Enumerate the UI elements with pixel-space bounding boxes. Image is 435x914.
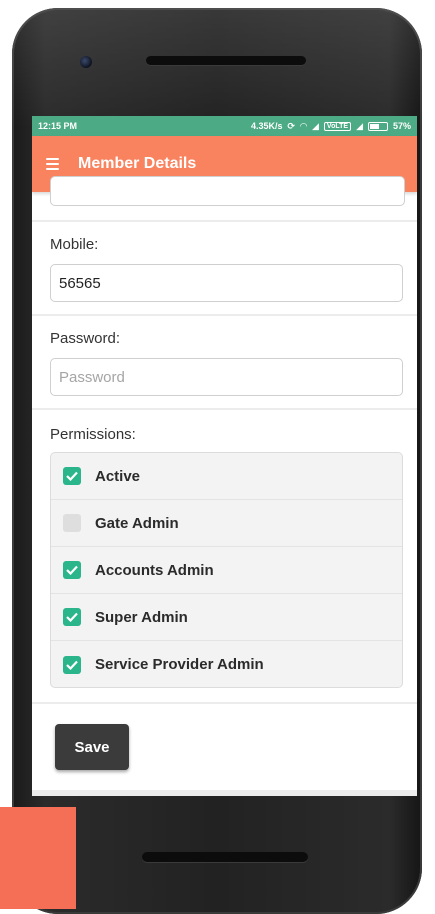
divider bbox=[32, 702, 417, 704]
permissions-label: Permissions: bbox=[50, 426, 136, 443]
permission-label: Service Provider Admin bbox=[95, 656, 264, 673]
net-speed: 4.35K/s bbox=[251, 121, 283, 131]
signal-icon-2: ◢ bbox=[356, 120, 363, 131]
hamburger-menu-icon[interactable] bbox=[46, 158, 59, 170]
checked-checkbox-icon[interactable] bbox=[63, 608, 81, 626]
permission-label: Super Admin bbox=[95, 608, 188, 626]
page-title: Member Details bbox=[78, 155, 197, 172]
corner-color-block bbox=[0, 807, 76, 909]
front-camera-icon bbox=[80, 56, 92, 68]
save-button[interactable]: Save bbox=[55, 724, 129, 770]
bottom-speaker bbox=[142, 852, 308, 862]
status-bar: 12:15 PM 4.35K/s ⟳ ◠ ◢ VoLTE ◢ 57% bbox=[32, 116, 417, 136]
permission-item-service-provider-admin[interactable]: Service Provider Admin bbox=[51, 641, 402, 688]
divider bbox=[32, 408, 417, 410]
unchecked-checkbox-icon[interactable] bbox=[63, 514, 81, 532]
status-icons: 4.35K/s ⟳ ◠ ◢ VoLTE ◢ 57% bbox=[251, 121, 411, 132]
network-label: VoLTE bbox=[323, 121, 352, 131]
permission-item-gate-admin[interactable]: Gate Admin bbox=[51, 500, 402, 547]
divider bbox=[32, 314, 417, 316]
permission-label: Accounts Admin bbox=[95, 561, 214, 579]
signal-icon: ◢ bbox=[312, 120, 319, 131]
battery-percent: 57% bbox=[392, 121, 411, 131]
checked-checkbox-icon[interactable] bbox=[63, 467, 81, 485]
battery-icon bbox=[367, 121, 388, 131]
phone-screen: 12:15 PM 4.35K/s ⟳ ◠ ◢ VoLTE ◢ 57% Membe… bbox=[32, 116, 417, 796]
bottom-strip bbox=[32, 790, 417, 796]
permission-item-super-admin[interactable]: Super Admin bbox=[51, 594, 402, 641]
divider bbox=[32, 220, 417, 222]
permission-label: Active bbox=[95, 467, 141, 485]
checked-checkbox-icon[interactable] bbox=[63, 655, 81, 674]
earpiece-speaker bbox=[146, 56, 306, 65]
password-input[interactable] bbox=[50, 358, 403, 396]
password-label: Password: bbox=[50, 330, 121, 347]
permission-label: Gate Admin bbox=[95, 514, 179, 532]
permission-item-active[interactable]: Active bbox=[51, 453, 402, 500]
status-time: 12:15 PM bbox=[38, 121, 78, 131]
checked-checkbox-icon[interactable] bbox=[63, 561, 81, 579]
permission-item-accounts-admin[interactable]: Accounts Admin bbox=[51, 547, 402, 594]
mobile-label: Mobile: bbox=[50, 236, 99, 253]
permissions-list: Active Gate Admin Accounts Admin Super A… bbox=[50, 452, 403, 688]
mobile-input[interactable] bbox=[50, 264, 403, 302]
previous-field-input[interactable] bbox=[50, 176, 405, 206]
sync-icon: ⟳ bbox=[287, 120, 296, 131]
wifi-icon: ◠ bbox=[300, 120, 307, 131]
